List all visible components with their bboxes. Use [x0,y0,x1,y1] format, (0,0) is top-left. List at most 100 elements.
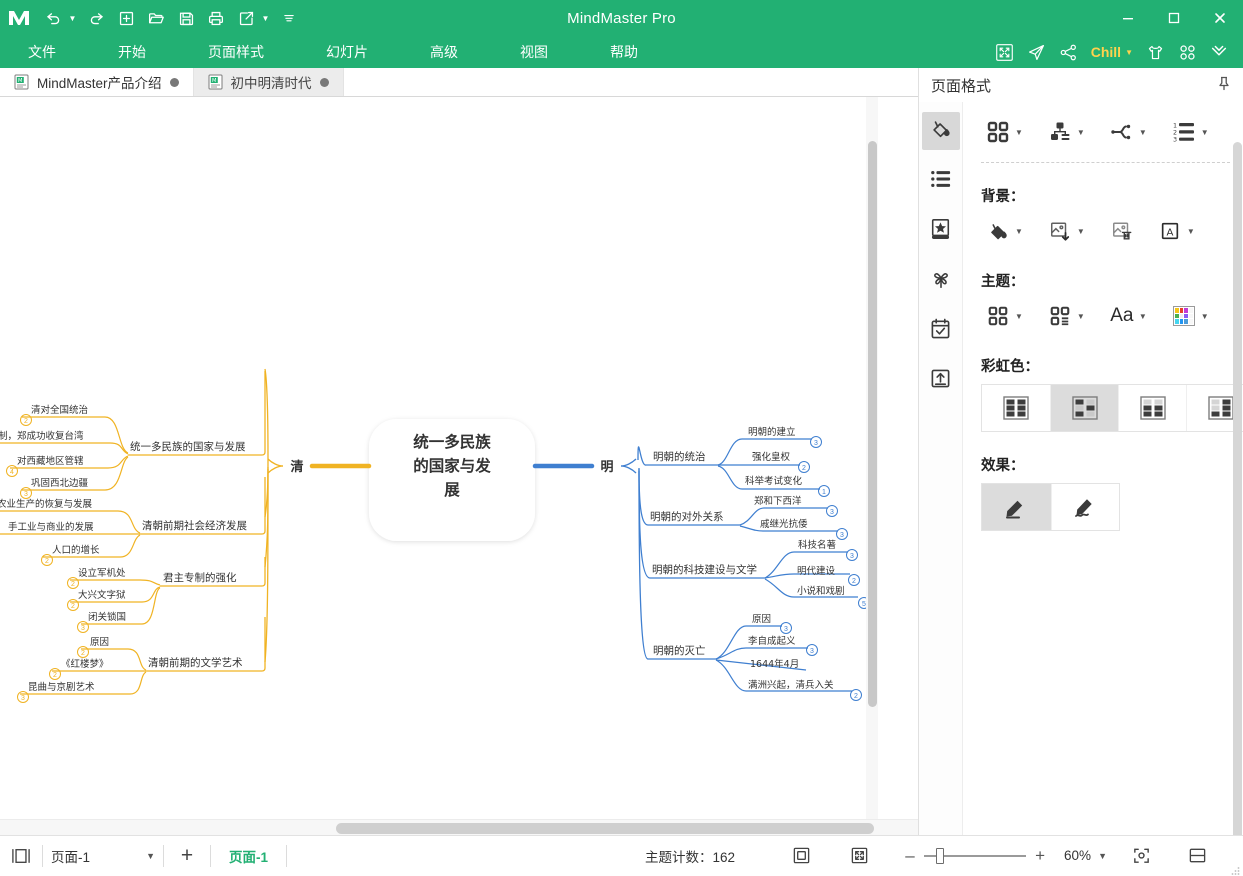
left-branch-label[interactable]: 清 [290,459,303,475]
minimize-button[interactable] [1105,0,1151,36]
fit-page-icon[interactable] [780,836,822,876]
theme-style-button[interactable]: ▼ [981,299,1029,333]
theme-layout-button[interactable]: ▼ [1043,299,1091,333]
redo-icon[interactable] [81,5,111,31]
left-topic-2-child-3-label[interactable]: 人口的增长 [52,544,100,556]
right-topic-4-child-1-label[interactable]: 原因 [752,614,771,625]
send-icon[interactable] [1021,36,1053,68]
document-tab-1[interactable]: M MindMaster产品介绍 [0,68,194,96]
panel-vertical-scrollbar[interactable] [1233,142,1242,842]
document-tab-2[interactable]: M 初中明清时代 [193,68,344,96]
right-topic-3-label[interactable]: 明朝的科技建设与文学 [652,563,757,576]
right-topic-1-child-2-label[interactable]: 强化皇权 [752,451,791,463]
right-topic-2-child-2-label[interactable]: 戚继光抗倭 [760,518,808,530]
menu-item-view[interactable]: 视图 [506,36,562,68]
share-icon[interactable] [1053,36,1085,68]
rainbow-option-1[interactable] [982,385,1050,431]
zoom-caret-icon[interactable]: ▼ [1098,851,1107,861]
zoom-out-button[interactable]: – [896,836,924,876]
theme-color-button[interactable]: ▼ [1167,299,1215,333]
export-icon[interactable] [231,5,261,31]
apps-grid-icon[interactable] [1171,36,1203,68]
left-topic-3-child-3-label[interactable]: 闭关锁国 [88,611,126,623]
split-view-icon[interactable] [1177,836,1219,876]
menu-item-page-style[interactable]: 页面样式 [194,36,278,68]
sidebar-item-page-format[interactable] [921,112,960,150]
right-topic-1-child-1-label[interactable]: 明朝的建立 [748,426,796,438]
sidebar-item-upload[interactable] [922,362,960,400]
panel-toggle-icon[interactable] [0,836,42,876]
maximize-button[interactable] [1151,0,1197,36]
rainbow-option-3[interactable] [1118,385,1186,431]
right-topic-2-label[interactable]: 明朝的对外关系 [650,510,724,523]
right-branch-label[interactable]: 明 [600,460,613,475]
left-topic-3-label[interactable]: 君主专制的强化 [163,571,237,584]
sidebar-item-clipart[interactable] [922,212,960,250]
save-icon[interactable] [171,5,201,31]
document-tab-1-modified-dot[interactable] [169,77,179,87]
insert-background-image-button[interactable]: ▼ [1043,214,1091,248]
page-tab-active[interactable]: 页面-1 [211,846,286,866]
zoom-value[interactable]: 60% [1064,848,1091,863]
rainbow-option-2[interactable] [1050,385,1118,431]
undo-icon[interactable] [38,5,68,31]
right-topic-3-child-3-label[interactable]: 小说和戏剧 [797,585,845,597]
left-topic-2-label[interactable]: 清朝前期社会经济发展 [142,519,247,532]
theme-font-button[interactable]: Aa ▼ [1105,299,1153,333]
chevron-double-down-icon[interactable] [1203,36,1235,68]
document-tab-2-modified-dot[interactable] [319,77,329,87]
fullscreen-icon[interactable] [989,36,1021,68]
open-icon[interactable] [141,5,171,31]
right-topic-3-child-1-label[interactable]: 科技名著 [798,539,836,551]
right-topic-4-label[interactable]: 明朝的灭亡 [653,644,706,657]
shirt-icon[interactable] [1139,36,1171,68]
more-icon[interactable] [274,5,304,31]
canvas-horizontal-scroll-thumb[interactable] [336,823,874,834]
left-topic-3-child-2-label[interactable]: 大兴文字狱 [78,589,126,601]
panel-vertical-scroll-thumb[interactable] [1233,142,1242,842]
menu-item-help[interactable]: 帮助 [596,36,652,68]
left-topic-1-child-3-label[interactable]: 对西藏地区管辖 [17,455,84,467]
left-topic-1-child-1-label[interactable]: 清对全国统治 [31,404,88,416]
account-button[interactable]: Chill ▼ [1085,44,1139,60]
effect-sketch-pen[interactable] [1050,484,1120,530]
left-topic-4-label[interactable]: 清朝前期的文学艺术 [148,656,243,669]
left-topic-1-child-4-label[interactable]: 巩固西北边疆 [31,478,89,489]
numbering-button[interactable]: 123 ▼ [1167,115,1215,149]
zoom-slider[interactable] [924,836,1027,876]
right-topic-4-child-4-label[interactable]: 满洲兴起，清兵入关 [748,679,834,691]
left-topic-4-child-3-label[interactable]: 昆曲与京剧艺术 [28,681,95,693]
menu-item-slideshow[interactable]: 幻灯片 [312,36,382,68]
canvas-horizontal-scrollbar[interactable] [0,819,918,835]
print-icon[interactable] [201,5,231,31]
zoom-slider-knob[interactable] [936,847,945,864]
branch-connector-button[interactable]: ▼ [1105,115,1153,149]
right-topic-1-child-3-label[interactable]: 科举考试变化 [745,475,803,487]
page-select[interactable]: 页面-1 ▼ [43,844,163,868]
menu-item-home[interactable]: 开始 [104,36,160,68]
mindmap-canvas[interactable]: 统一多民族 的国家与发 展 清 明 统一多民族的国家与发展 清对全国统治 2 制… [0,97,918,819]
zoom-in-button[interactable]: + [1026,836,1054,876]
right-topic-3-child-2-label[interactable]: 明代建设 [797,565,836,577]
fullscreen-canvas-icon[interactable] [838,836,880,876]
fill-color-button[interactable]: ▼ [981,214,1029,248]
right-topic-4-child-3-label[interactable]: 1644年4月 [750,658,799,670]
sidebar-item-outline[interactable] [922,162,960,200]
export-dropdown-caret-icon[interactable]: ▼ [261,14,270,23]
add-page-button[interactable]: + [164,836,210,876]
left-topic-3-child-1-label[interactable]: 设立军机处 [78,567,126,579]
sidebar-item-icons[interactable] [922,262,960,300]
resize-grip[interactable] [1230,863,1240,875]
org-chart-button[interactable]: ▼ [1043,115,1091,149]
new-icon[interactable] [111,5,141,31]
canvas-vertical-scrollbar[interactable] [866,97,878,819]
canvas-vertical-scroll-thumb[interactable] [868,141,877,707]
right-topic-2-child-1-label[interactable]: 郑和下西洋 [754,495,802,507]
left-topic-1-label[interactable]: 统一多民族的国家与发展 [130,440,246,453]
menu-item-file[interactable]: 文件 [14,36,70,68]
left-topic-4-child-2-label[interactable]: 《红楼梦》 [61,658,109,670]
menu-item-advanced[interactable]: 高级 [416,36,472,68]
focus-icon[interactable] [1121,836,1163,876]
effect-straight-pen[interactable] [982,484,1051,530]
remove-background-image-button[interactable] [1105,214,1139,248]
